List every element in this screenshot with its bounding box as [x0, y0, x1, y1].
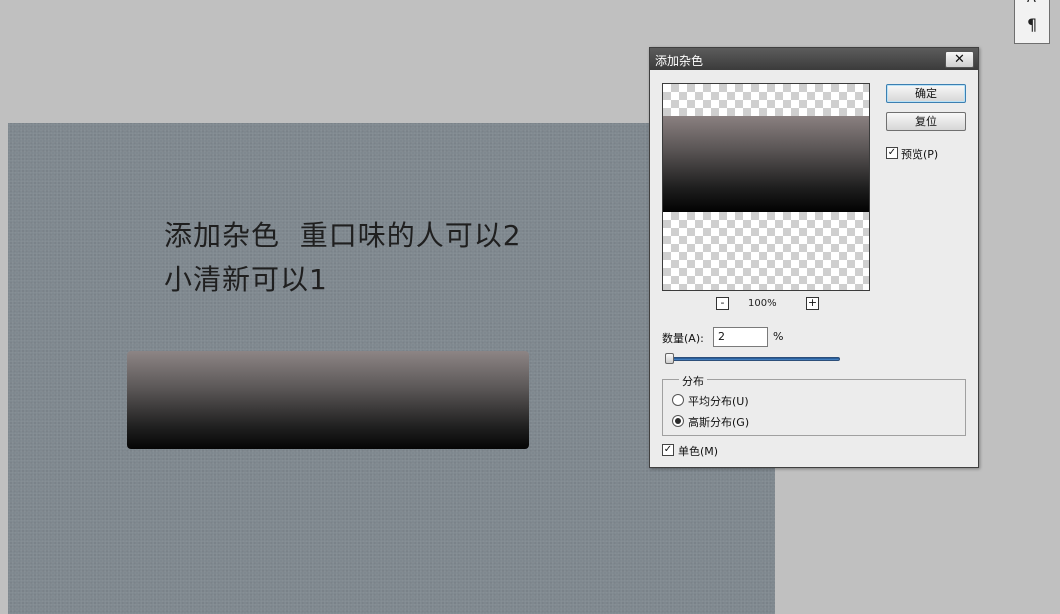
preview-gradient-band [663, 116, 869, 212]
amount-input[interactable]: 2 [713, 327, 768, 347]
amount-slider-track[interactable] [666, 357, 840, 361]
preview-label[interactable]: 预览(P) [901, 146, 938, 162]
canvas-text-line-2: 小清新可以1 [164, 263, 328, 296]
dialog-title: 添加杂色 [655, 54, 704, 68]
distribution-legend: 分布 [679, 373, 707, 389]
paragraph-icon[interactable]: ¶ [1027, 15, 1037, 34]
gradient-bar-layer [127, 351, 529, 449]
amount-unit: % [773, 330, 784, 343]
monochromatic-checkbox[interactable]: ✓ [662, 444, 674, 456]
reset-button[interactable]: 复位 [886, 112, 966, 131]
zoom-in-button[interactable]: + [806, 297, 819, 310]
amount-label: 数量(A): [662, 332, 704, 345]
character-panel-icon[interactable]: A [1027, 0, 1036, 6]
paragraph-panel-stub[interactable]: A ¶ [1014, 0, 1050, 44]
canvas-text-line-1: 添加杂色 重口味的人可以2 [164, 219, 522, 252]
gaussian-label[interactable]: 高斯分布(G) [688, 414, 749, 430]
dialog-titlebar[interactable]: 添加杂色 ✕ [650, 48, 978, 70]
preview-checkbox[interactable]: ✓ [886, 147, 898, 159]
zoom-out-button[interactable]: - [716, 297, 729, 310]
canvas-annotation-text: 添加杂色 重口味的人可以2 小清新可以1 [164, 214, 522, 302]
preview-pane[interactable] [662, 83, 870, 291]
uniform-label[interactable]: 平均分布(U) [688, 393, 749, 409]
uniform-radio[interactable] [672, 394, 684, 406]
monochromatic-label[interactable]: 单色(M) [678, 443, 718, 459]
add-noise-dialog: 添加杂色 ✕ - 100% + 确定 复位 ✓ 预览(P) 数量(A): 2 %… [649, 47, 979, 468]
ok-button[interactable]: 确定 [886, 84, 966, 103]
zoom-level: 100% [748, 298, 777, 309]
gaussian-radio[interactable] [672, 415, 684, 427]
amount-slider-thumb[interactable] [665, 353, 674, 364]
close-button[interactable]: ✕ [945, 51, 974, 68]
close-icon: ✕ [954, 52, 965, 67]
